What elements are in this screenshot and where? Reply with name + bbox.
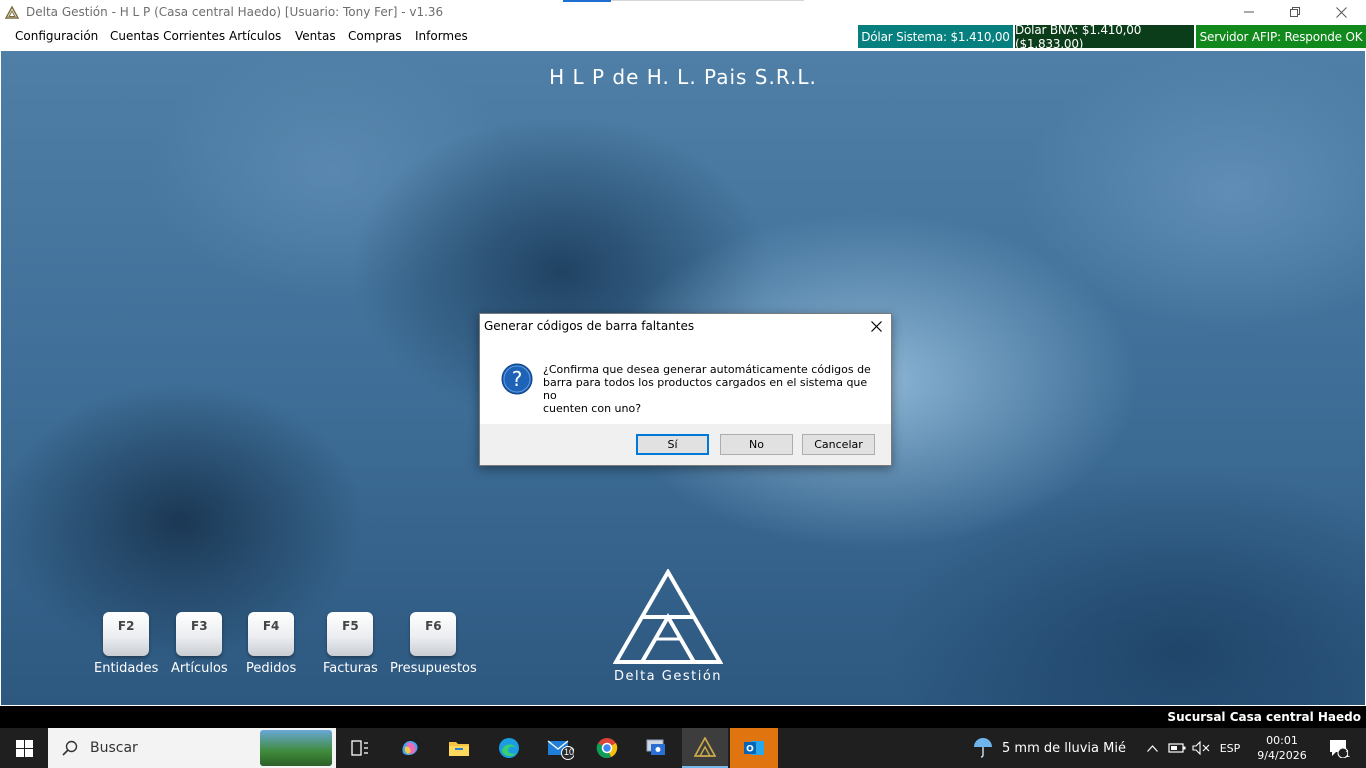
clock-time: 00:01 — [1266, 734, 1298, 747]
delta-logo-icon — [4, 4, 20, 20]
notification-badge: 1 — [1345, 749, 1351, 759]
task-view-icon[interactable] — [340, 728, 380, 768]
status-strip: Sucursal Casa central Haedo — [0, 706, 1366, 728]
shortcut-pedidos[interactable]: F4 Pedidos — [246, 612, 296, 676]
f6-key[interactable]: F6 — [410, 612, 457, 656]
logo-text: Delta Gestión — [613, 669, 723, 684]
weather-widget[interactable]: 5 mm de lluvia Mié — [1002, 728, 1130, 768]
search-highlight-image — [260, 730, 332, 766]
svg-text:?: ? — [512, 367, 523, 391]
dialog-message-line: barra para todos los productos cargados … — [543, 376, 868, 402]
f5-key[interactable]: F5 — [327, 612, 374, 656]
menu-bar: Configuración Cuentas Corrientes Artícul… — [0, 23, 1366, 51]
menu-ventas[interactable]: Ventas — [295, 29, 336, 43]
search-icon — [62, 740, 78, 756]
confirm-dialog: Generar códigos de barra faltantes ? ¿Co… — [479, 313, 892, 466]
search-input[interactable]: Buscar — [90, 740, 138, 756]
edge-browser-icon[interactable] — [489, 728, 529, 768]
menu-cuentas-corrientes[interactable]: Cuentas Corrientes — [110, 29, 225, 43]
shortcut-label: Presupuestos — [390, 661, 477, 676]
menu-configuracion[interactable]: Configuración — [15, 29, 98, 43]
outlook-icon[interactable]: O — [730, 728, 778, 768]
title-bar: Delta Gestión - H L P (Casa central Haed… — [0, 0, 1366, 24]
f4-key[interactable]: F4 — [248, 612, 295, 656]
shortcut-presupuestos[interactable]: F6 Presupuestos — [390, 612, 477, 676]
copilot-icon[interactable] — [390, 728, 430, 768]
yes-button[interactable]: Sí — [636, 434, 709, 455]
language-label: ESP — [1219, 741, 1241, 755]
dolar-bna-badge[interactable]: Dólar BNA: $1.410,00 ($1.833,00) — [1015, 23, 1194, 51]
company-name: H L P de H. L. Pais S.R.L. — [549, 65, 817, 89]
language-indicator[interactable]: ESP — [1214, 728, 1246, 768]
battery-icon[interactable] — [1166, 728, 1188, 768]
delta-gestion-logo — [612, 568, 724, 670]
menu-informes[interactable]: Informes — [415, 29, 468, 43]
volume-muted-icon[interactable] — [1190, 728, 1212, 768]
minimize-button[interactable] — [1226, 0, 1272, 24]
shortcut-facturas[interactable]: F5 Facturas — [323, 612, 378, 676]
window-title: Delta Gestión - H L P (Casa central Haed… — [26, 5, 444, 19]
restore-button[interactable] — [1272, 0, 1318, 24]
mail-badge: 10 — [564, 747, 575, 757]
dialog-message: ¿Confirma que desea generar automáticame… — [543, 363, 873, 415]
windows-start-icon[interactable] — [0, 728, 48, 768]
file-explorer-icon[interactable] — [439, 728, 479, 768]
taskbar-search[interactable]: Buscar — [48, 728, 336, 768]
shortcut-label: Artículos — [171, 661, 228, 676]
dialog-close-icon[interactable] — [861, 314, 891, 338]
shortcut-articulos[interactable]: F3 Artículos — [171, 612, 228, 676]
dialog-message-line: ¿Confirma que desea generar automáticame… — [543, 363, 871, 376]
branch-label: Sucursal Casa central Haedo — [1167, 710, 1361, 724]
taskbar: Buscar 10 O 5 mm de lluvia Mié ESP 00:01… — [0, 728, 1366, 768]
servidor-afip-badge[interactable]: Servidor AFIP: Responde OK — [1196, 25, 1366, 48]
clock-date: 9/4/2026 — [1257, 749, 1307, 762]
f3-key[interactable]: F3 — [176, 612, 223, 656]
question-icon: ? — [501, 363, 533, 395]
weather-text: 5 mm de lluvia Mié — [1002, 740, 1126, 756]
shortcut-label: Pedidos — [246, 661, 297, 676]
rain-weather-icon[interactable] — [968, 728, 998, 768]
shortcut-entidades[interactable]: F2 Entidades — [94, 612, 158, 676]
shortcut-label: Facturas — [323, 661, 378, 676]
remote-desktop-icon[interactable] — [634, 728, 678, 768]
chrome-icon[interactable] — [586, 728, 628, 768]
menu-articulos[interactable]: Artículos — [229, 29, 281, 43]
shortcut-label: Entidades — [94, 661, 159, 676]
f2-key[interactable]: F2 — [103, 612, 150, 656]
no-button[interactable]: No — [720, 434, 793, 455]
mail-icon[interactable]: 10 — [539, 728, 581, 768]
cancel-button[interactable]: Cancelar — [802, 434, 875, 455]
clock[interactable]: 00:01 9/4/2026 — [1250, 728, 1314, 768]
svg-text:O: O — [746, 745, 754, 755]
chevron-up-icon[interactable] — [1142, 728, 1162, 768]
delta-gestion-taskbar-icon[interactable] — [682, 728, 728, 768]
titlebar-divider — [611, 0, 804, 1]
titlebar-accent — [563, 0, 611, 2]
dialog-title: Generar códigos de barra faltantes — [484, 319, 695, 333]
menu-compras[interactable]: Compras — [348, 29, 402, 43]
dialog-footer: Sí No Cancelar — [480, 424, 891, 465]
close-button[interactable] — [1318, 0, 1364, 24]
notification-icon[interactable]: 1 — [1318, 728, 1358, 768]
dolar-sistema-badge[interactable]: Dólar Sistema: $1.410,00 — [858, 25, 1013, 48]
dialog-message-line: cuenten con uno? — [543, 402, 642, 415]
